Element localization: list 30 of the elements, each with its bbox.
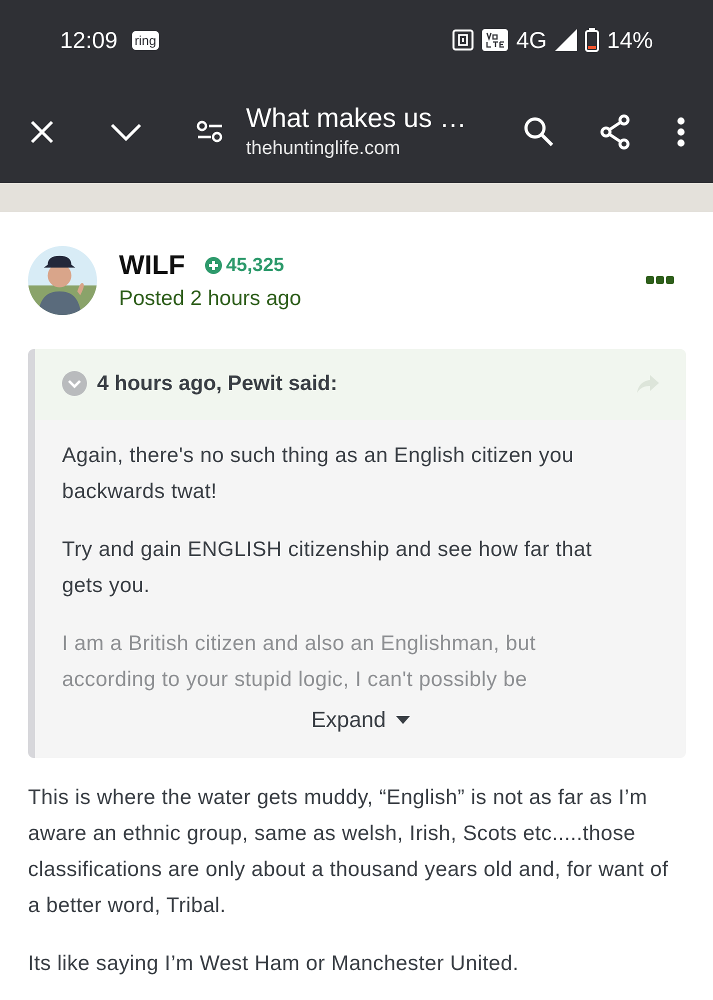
status-time: 12:09: [60, 26, 118, 54]
nfc-icon: [452, 29, 474, 51]
more-icon: [646, 276, 674, 285]
plus-icon: [204, 257, 222, 274]
quote-paragraph: Try and gain ENGLISH citizenship and see how far that gets you.: [62, 537, 593, 599]
chevron-down-icon: [110, 122, 142, 142]
reputation-count: 45,325: [226, 254, 284, 276]
notification-icon: ring: [132, 30, 160, 50]
search-icon: [523, 116, 555, 148]
quote-paragraph: Again, there's no such thing as an English citizen you backwards twat!: [62, 443, 575, 505]
sliders-icon: [196, 120, 224, 144]
close-icon: [29, 118, 55, 144]
signal-icon: [554, 29, 577, 51]
post-paragraph: Its like saying I’m West Ham or Manchester United.: [28, 951, 520, 977]
expand-button[interactable]: Expand: [305, 706, 416, 734]
post-paragraph: This is where the water gets muddy, “English” is not as far as I’m aware an ethnic group, same as welsh, Irish, Scots etc.....those classifications are only about a thousand years old and, for want of a better word, Tribal.: [28, 785, 670, 919]
post-time: Posted 2 hours ago: [119, 287, 302, 311]
network-type: 4G: [516, 26, 547, 54]
page-url: thehuntinglife.com: [246, 138, 402, 160]
more-button[interactable]: [646, 276, 674, 285]
share-icon: [598, 114, 632, 150]
battery-icon: [584, 28, 599, 52]
volte-icon: [482, 29, 508, 51]
battery-percent: 14%: [606, 26, 653, 54]
page-title: What makes us …: [246, 103, 468, 134]
quote-paragraph: I am a British citizen and also an Englishman, but according to your stupid logic, I can't possibly be: [62, 631, 537, 693]
author-name[interactable]: WILF: [119, 250, 185, 281]
caret-icon: [396, 716, 410, 724]
menu-icon: [677, 116, 685, 146]
quote-citation: 4 hours ago, Pewit said:: [97, 372, 338, 396]
